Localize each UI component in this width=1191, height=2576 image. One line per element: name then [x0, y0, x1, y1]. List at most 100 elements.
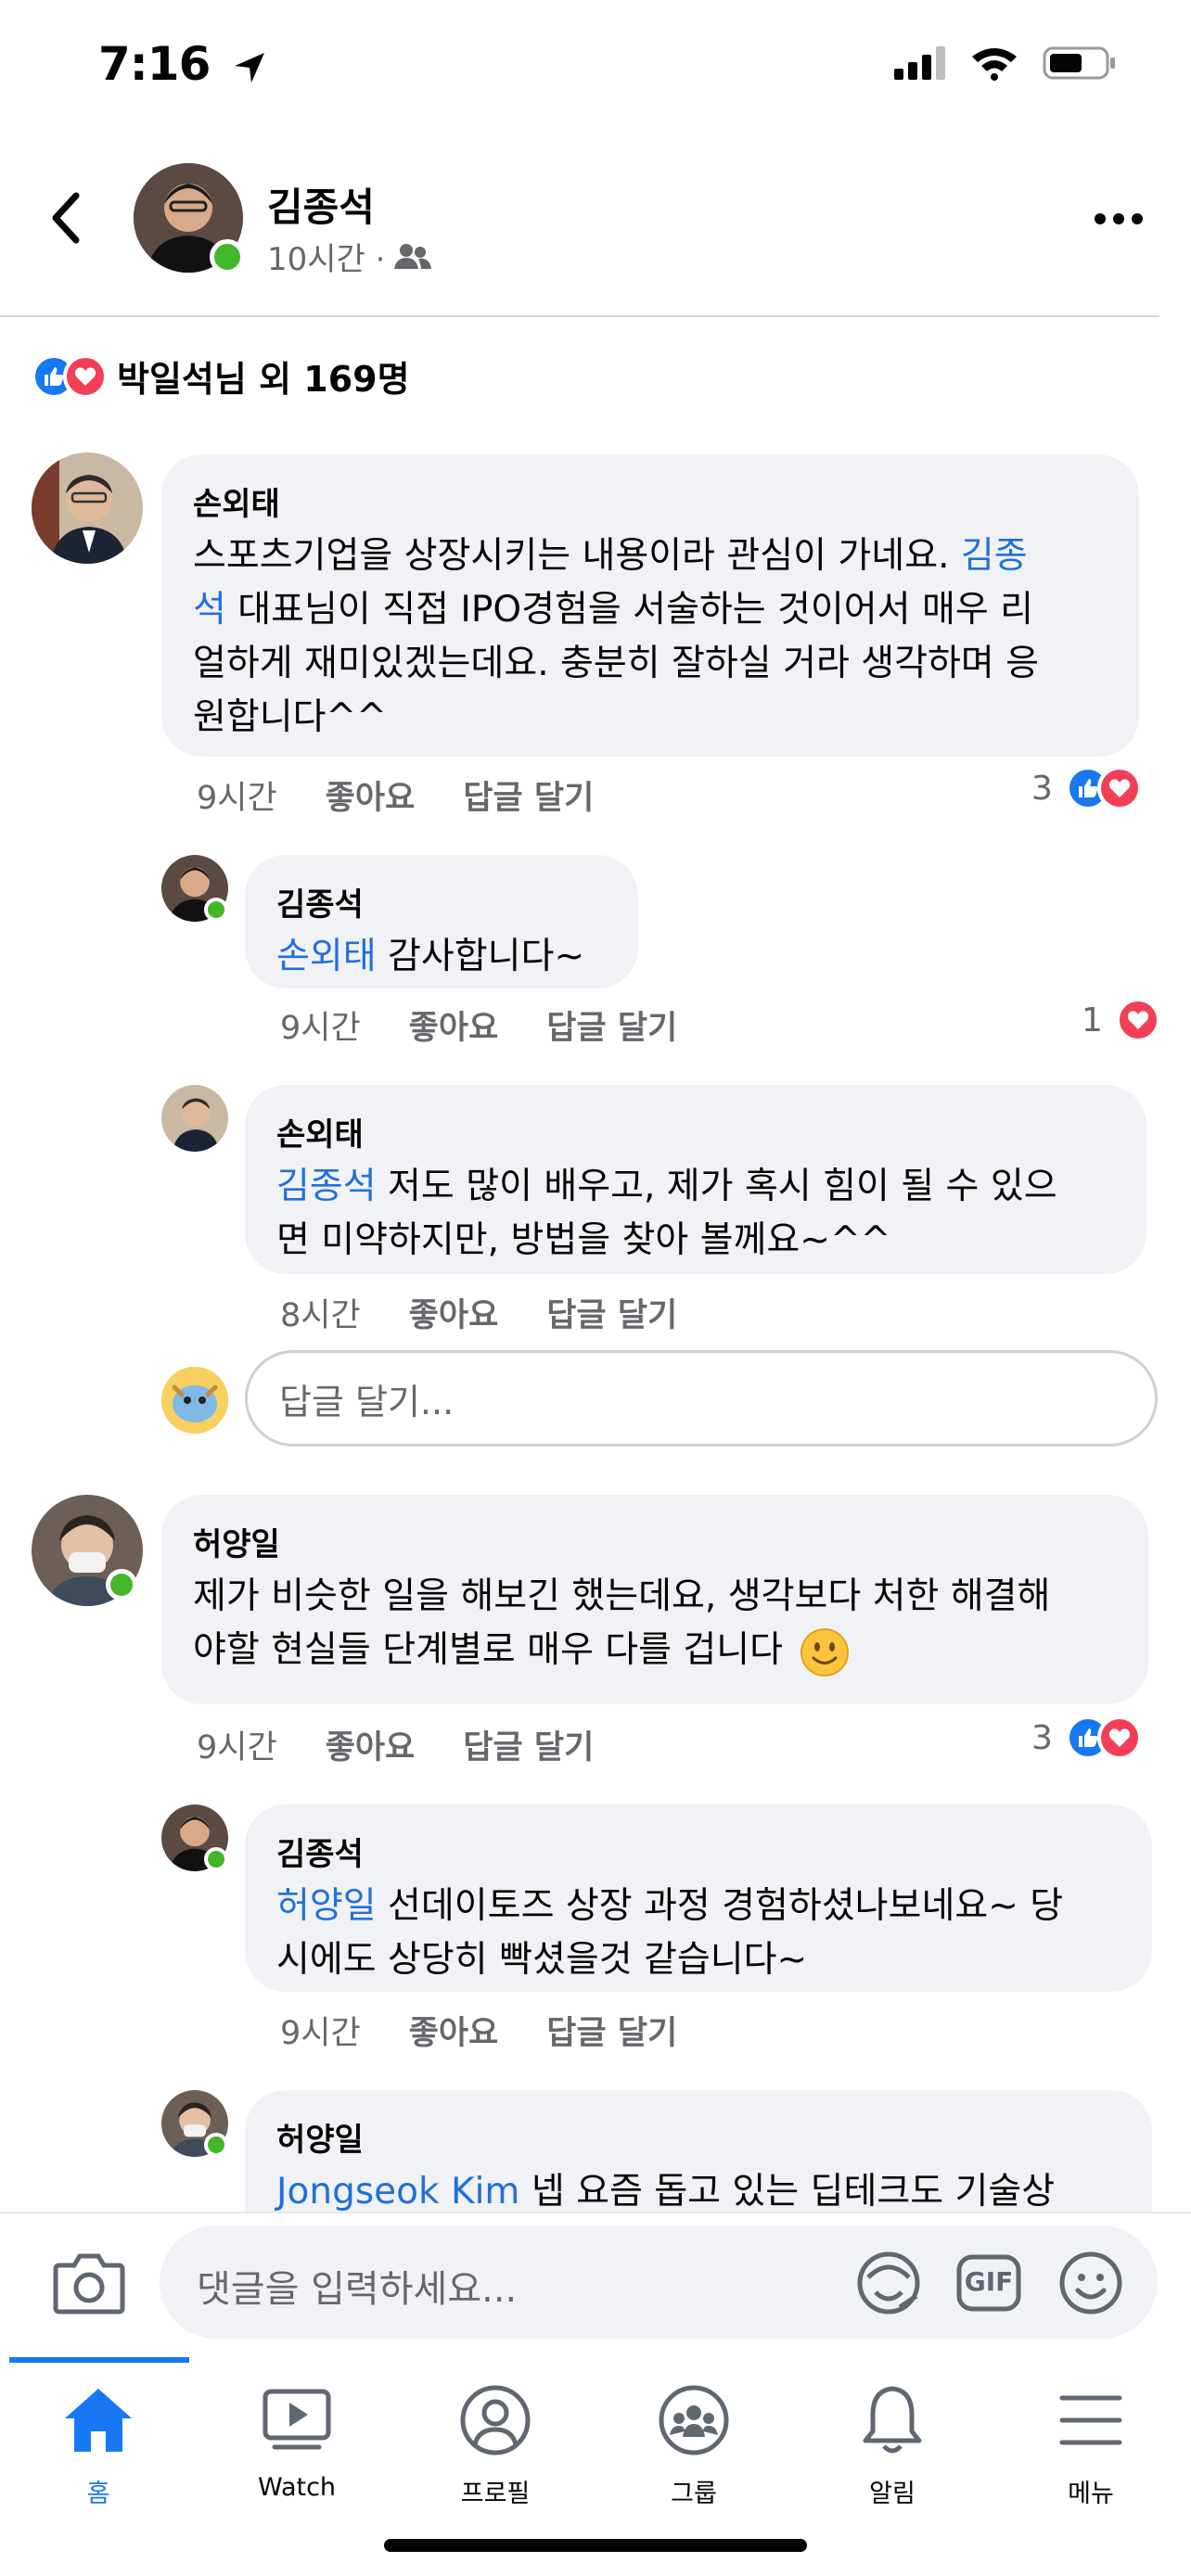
reactions-text: 박일석님 외 169명: [117, 359, 410, 400]
comment-author[interactable]: 손외태: [276, 1109, 1115, 1154]
online-status-dot: [204, 2133, 228, 2157]
tab-label: 홈: [86, 2480, 110, 2508]
header-avatar-wrap[interactable]: [134, 163, 245, 274]
more-options-icon[interactable]: [1091, 202, 1146, 236]
comment-text: 김종석 저도 많이 배우고, 제가 혹시 힘이 될 수 있으 면 미약하지만, …: [276, 1160, 1115, 1268]
reply-input-placeholder: 답글 달기...: [279, 1381, 455, 1422]
menu-icon: [1059, 2395, 1122, 2445]
home-icon: [65, 2389, 132, 2452]
love-reaction-icon: [1115, 998, 1160, 1042]
tab-menu[interactable]: 메뉴: [998, 2378, 1184, 2509]
tab-label: Watch: [257, 2473, 337, 2502]
tab-label: 메뉴: [1068, 2480, 1114, 2508]
reply-input[interactable]: 답글 달기...: [245, 1350, 1158, 1447]
reply-button[interactable]: 답글 달기: [463, 772, 594, 819]
tab-groups[interactable]: 그룹: [601, 2378, 787, 2509]
reaction-count: 3: [1031, 769, 1053, 808]
profile-icon: [460, 2385, 531, 2455]
wifi-icon: [972, 48, 1017, 81]
reply-button[interactable]: 답글 달기: [546, 1289, 677, 1336]
comment-reaction-count[interactable]: 3: [1031, 766, 1142, 810]
status-indicators: [894, 45, 1117, 82]
comment-text: 허양일 선데이토즈 상장 과정 경험하셨나보네요~ 당 시에도 상당히 빡셨을것…: [276, 1880, 1121, 1987]
home-indicator[interactable]: [384, 2539, 807, 2552]
comment-time: 9시간: [280, 1010, 361, 1047]
comment-time: 9시간: [280, 2015, 361, 2052]
like-button[interactable]: 좋아요: [326, 1721, 416, 1768]
comment-text-part: 감사합니다~: [388, 936, 585, 977]
like-button[interactable]: 좋아요: [409, 1001, 499, 1049]
bell-icon: [863, 2386, 922, 2454]
avatar-wrap[interactable]: [161, 2090, 228, 2157]
avatar-wrap[interactable]: [32, 1495, 143, 1606]
love-reaction-icon: [1096, 766, 1142, 810]
comment-author[interactable]: 손외태: [193, 478, 1108, 524]
status-time-text: 7:16: [98, 37, 211, 91]
tab-profile[interactable]: 프로필: [403, 2378, 588, 2509]
comment-reaction-count[interactable]: 3: [1031, 1715, 1142, 1760]
avatar[interactable]: [32, 453, 143, 564]
comment-text-part: 제가 비슷한 일을 해보긴 했는데요, 생각보다 처한 해결해 야할 현실들 단…: [193, 1575, 1051, 1671]
comment-text: 손외태 감사합니다~: [276, 930, 607, 984]
online-status-dot: [204, 1847, 228, 1871]
post-time: 10시간 ·: [267, 241, 386, 278]
mention-link[interactable]: 김종석: [276, 1166, 377, 1207]
love-reaction-icon: [63, 353, 108, 399]
active-tab-indicator: [9, 2357, 189, 2363]
reply-button[interactable]: 답글 달기: [546, 1001, 677, 1049]
like-button[interactable]: 좋아요: [409, 1289, 499, 1336]
header-divider: [0, 315, 1159, 317]
camera-icon[interactable]: [52, 2249, 126, 2315]
watch-icon: [263, 2389, 331, 2450]
comment-text-part: 선데이토즈 상장 과정 경험하셨나보네요~ 당 시에도 상당히 빡셨을것 같습니…: [276, 1885, 1064, 1981]
mention-link[interactable]: Jongseok Kim: [276, 2171, 519, 2213]
love-reaction-icon: [1096, 1715, 1142, 1760]
comment-input-placeholder: 댓글을 입력하세요...: [197, 2268, 518, 2311]
comment-text: 스포츠기업을 상장시키는 내용이라 관심이 가네요. 김종 석 대표님이 직접 …: [193, 529, 1108, 745]
post-author-name[interactable]: 김종석: [267, 176, 375, 233]
back-button[interactable]: [48, 190, 85, 246]
comment-bubble[interactable]: 허양일 제가 비슷한 일을 해보긴 했는데요, 생각보다 처한 해결해 야할 현…: [161, 1495, 1148, 1704]
avatar-wrap[interactable]: [161, 1804, 228, 1871]
friends-audience-icon: [394, 243, 432, 269]
location-arrow-icon: [234, 52, 264, 83]
comment-bubble[interactable]: 김종석 허양일 선데이토즈 상장 과정 경험하셨나보네요~ 당 시에도 상당히 …: [245, 1804, 1152, 1992]
comment-actions: 9시간 좋아요 답글 달기: [197, 772, 642, 819]
comment-bubble[interactable]: 손외태 김종석 저도 많이 배우고, 제가 혹시 힘이 될 수 있으 면 미약하…: [245, 1085, 1146, 1274]
like-button[interactable]: 좋아요: [326, 772, 416, 819]
online-status-dot: [210, 239, 245, 274]
reply-button[interactable]: 답글 달기: [546, 2007, 677, 2054]
comment-text: 제가 비슷한 일을 해보긴 했는데요, 생각보다 처한 해결해 야할 현실들 단…: [193, 1570, 1117, 1677]
comment-reaction-count[interactable]: 1: [1082, 998, 1160, 1042]
reactions-summary[interactable]: 박일석님 외 169명: [32, 351, 410, 402]
status-time: 7:16: [98, 37, 268, 91]
smile-emoji-icon: [800, 1627, 850, 1677]
comment-author[interactable]: 김종석: [276, 879, 607, 925]
comment-actions: 8시간 좋아요 답글 달기: [280, 1289, 725, 1336]
mention-link[interactable]: 허양일: [276, 1885, 377, 1927]
cellular-signal-icon: [894, 46, 945, 80]
comment-time: 9시간: [197, 1729, 277, 1766]
gif-button[interactable]: GIF: [955, 2250, 1022, 2316]
post-meta: 10시간 ·: [267, 234, 432, 279]
comment-actions: 9시간 좋아요 답글 달기: [280, 2007, 725, 2054]
tab-watch[interactable]: Watch: [204, 2378, 390, 2502]
battery-icon: [1043, 46, 1115, 80]
comment-author[interactable]: 허양일: [193, 1519, 1117, 1564]
comment-time: 8시간: [280, 1297, 361, 1334]
comment-author[interactable]: 김종석: [276, 1829, 1121, 1874]
tab-notifications[interactable]: 알림: [800, 2378, 985, 2509]
emoji-icon[interactable]: [1057, 2250, 1124, 2316]
avatar[interactable]: [161, 1085, 228, 1152]
tab-home[interactable]: 홈: [6, 2378, 191, 2509]
comment-bubble[interactable]: 김종석 손외태 감사합니다~: [245, 855, 638, 988]
tab-label: 그룹: [671, 2480, 717, 2508]
comment-bubble[interactable]: 손외태 스포츠기업을 상장시키는 내용이라 관심이 가네요. 김종 석 대표님이…: [161, 454, 1139, 757]
like-button[interactable]: 좋아요: [409, 2007, 499, 2054]
reply-button[interactable]: 답글 달기: [463, 1721, 594, 1768]
comment-actions: 9시간 좋아요 답글 달기: [280, 1001, 725, 1049]
avatar-wrap[interactable]: [161, 855, 228, 922]
avatar-sticker-icon[interactable]: [855, 2250, 922, 2316]
comment-author[interactable]: 허양일: [276, 2114, 1121, 2160]
mention-link[interactable]: 손외태: [276, 936, 377, 977]
